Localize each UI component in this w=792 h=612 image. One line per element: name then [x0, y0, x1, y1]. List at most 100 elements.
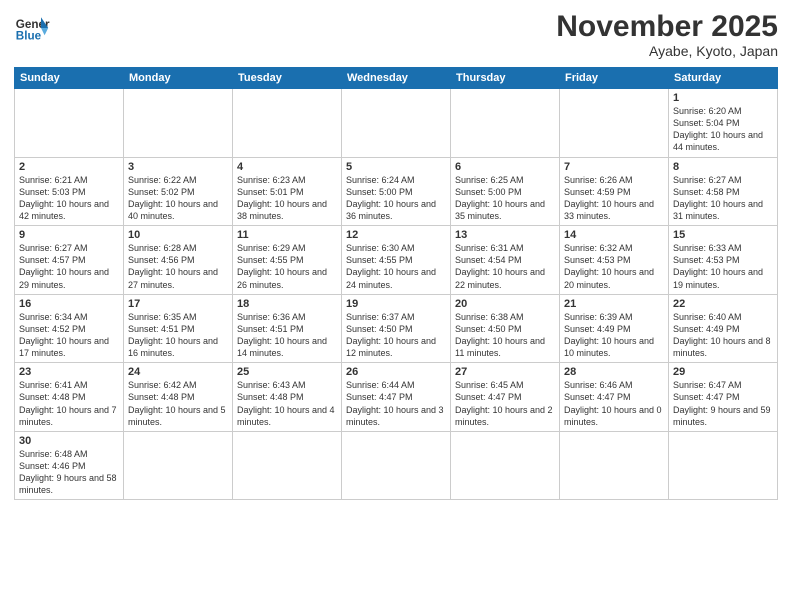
day-number: 26 [346, 366, 446, 378]
day-number: 18 [237, 298, 337, 310]
day-number: 29 [673, 366, 773, 378]
table-row: 26Sunrise: 6:44 AM Sunset: 4:47 PM Dayli… [342, 363, 451, 432]
table-row [560, 89, 669, 158]
day-info: Sunrise: 6:30 AM Sunset: 4:55 PM Dayligh… [346, 242, 446, 291]
day-info: Sunrise: 6:25 AM Sunset: 5:00 PM Dayligh… [455, 174, 555, 223]
table-row: 2Sunrise: 6:21 AM Sunset: 5:03 PM Daylig… [15, 157, 124, 226]
day-info: Sunrise: 6:27 AM Sunset: 4:58 PM Dayligh… [673, 174, 773, 223]
table-row: 3Sunrise: 6:22 AM Sunset: 5:02 PM Daylig… [124, 157, 233, 226]
day-info: Sunrise: 6:40 AM Sunset: 4:49 PM Dayligh… [673, 311, 773, 360]
table-row: 19Sunrise: 6:37 AM Sunset: 4:50 PM Dayli… [342, 294, 451, 363]
calendar-week-row: 16Sunrise: 6:34 AM Sunset: 4:52 PM Dayli… [15, 294, 778, 363]
day-info: Sunrise: 6:22 AM Sunset: 5:02 PM Dayligh… [128, 174, 228, 223]
day-info: Sunrise: 6:23 AM Sunset: 5:01 PM Dayligh… [237, 174, 337, 223]
calendar-header-row: Sunday Monday Tuesday Wednesday Thursday… [15, 68, 778, 89]
page-header: General Blue November 2025 Ayabe, Kyoto,… [14, 10, 778, 59]
table-row: 29Sunrise: 6:47 AM Sunset: 4:47 PM Dayli… [669, 363, 778, 432]
table-row: 13Sunrise: 6:31 AM Sunset: 4:54 PM Dayli… [451, 226, 560, 295]
table-row: 6Sunrise: 6:25 AM Sunset: 5:00 PM Daylig… [451, 157, 560, 226]
day-info: Sunrise: 6:44 AM Sunset: 4:47 PM Dayligh… [346, 379, 446, 428]
table-row: 18Sunrise: 6:36 AM Sunset: 4:51 PM Dayli… [233, 294, 342, 363]
table-row: 9Sunrise: 6:27 AM Sunset: 4:57 PM Daylig… [15, 226, 124, 295]
col-tuesday: Tuesday [233, 68, 342, 89]
day-number: 21 [564, 298, 664, 310]
table-row [451, 89, 560, 158]
table-row: 23Sunrise: 6:41 AM Sunset: 4:48 PM Dayli… [15, 363, 124, 432]
day-info: Sunrise: 6:45 AM Sunset: 4:47 PM Dayligh… [455, 379, 555, 428]
table-row [451, 431, 560, 500]
table-row [342, 89, 451, 158]
table-row: 8Sunrise: 6:27 AM Sunset: 4:58 PM Daylig… [669, 157, 778, 226]
table-row [124, 89, 233, 158]
day-info: Sunrise: 6:31 AM Sunset: 4:54 PM Dayligh… [455, 242, 555, 291]
table-row: 27Sunrise: 6:45 AM Sunset: 4:47 PM Dayli… [451, 363, 560, 432]
day-info: Sunrise: 6:42 AM Sunset: 4:48 PM Dayligh… [128, 379, 228, 428]
calendar-week-row: 30Sunrise: 6:48 AM Sunset: 4:46 PM Dayli… [15, 431, 778, 500]
day-number: 7 [564, 161, 664, 173]
table-row: 30Sunrise: 6:48 AM Sunset: 4:46 PM Dayli… [15, 431, 124, 500]
day-number: 2 [19, 161, 119, 173]
day-number: 24 [128, 366, 228, 378]
calendar-week-row: 23Sunrise: 6:41 AM Sunset: 4:48 PM Dayli… [15, 363, 778, 432]
table-row: 25Sunrise: 6:43 AM Sunset: 4:48 PM Dayli… [233, 363, 342, 432]
day-number: 14 [564, 229, 664, 241]
col-sunday: Sunday [15, 68, 124, 89]
table-row [342, 431, 451, 500]
day-number: 15 [673, 229, 773, 241]
day-info: Sunrise: 6:37 AM Sunset: 4:50 PM Dayligh… [346, 311, 446, 360]
table-row: 7Sunrise: 6:26 AM Sunset: 4:59 PM Daylig… [560, 157, 669, 226]
table-row: 15Sunrise: 6:33 AM Sunset: 4:53 PM Dayli… [669, 226, 778, 295]
logo-icon: General Blue [14, 10, 50, 46]
day-number: 30 [19, 435, 119, 447]
day-info: Sunrise: 6:47 AM Sunset: 4:47 PM Dayligh… [673, 379, 773, 428]
col-wednesday: Wednesday [342, 68, 451, 89]
calendar-week-row: 9Sunrise: 6:27 AM Sunset: 4:57 PM Daylig… [15, 226, 778, 295]
month-title: November 2025 [556, 10, 778, 43]
table-row [15, 89, 124, 158]
calendar-week-row: 2Sunrise: 6:21 AM Sunset: 5:03 PM Daylig… [15, 157, 778, 226]
table-row: 21Sunrise: 6:39 AM Sunset: 4:49 PM Dayli… [560, 294, 669, 363]
table-row: 11Sunrise: 6:29 AM Sunset: 4:55 PM Dayli… [233, 226, 342, 295]
table-row: 4Sunrise: 6:23 AM Sunset: 5:01 PM Daylig… [233, 157, 342, 226]
table-row [233, 89, 342, 158]
day-number: 8 [673, 161, 773, 173]
table-row: 16Sunrise: 6:34 AM Sunset: 4:52 PM Dayli… [15, 294, 124, 363]
day-info: Sunrise: 6:46 AM Sunset: 4:47 PM Dayligh… [564, 379, 664, 428]
day-number: 28 [564, 366, 664, 378]
day-number: 3 [128, 161, 228, 173]
col-friday: Friday [560, 68, 669, 89]
table-row: 22Sunrise: 6:40 AM Sunset: 4:49 PM Dayli… [669, 294, 778, 363]
day-number: 25 [237, 366, 337, 378]
day-info: Sunrise: 6:48 AM Sunset: 4:46 PM Dayligh… [19, 448, 119, 497]
day-number: 9 [19, 229, 119, 241]
logo: General Blue [14, 10, 50, 46]
table-row: 14Sunrise: 6:32 AM Sunset: 4:53 PM Dayli… [560, 226, 669, 295]
day-info: Sunrise: 6:35 AM Sunset: 4:51 PM Dayligh… [128, 311, 228, 360]
day-number: 1 [673, 92, 773, 104]
table-row: 5Sunrise: 6:24 AM Sunset: 5:00 PM Daylig… [342, 157, 451, 226]
day-number: 27 [455, 366, 555, 378]
location: Ayabe, Kyoto, Japan [556, 43, 778, 59]
svg-text:Blue: Blue [16, 30, 42, 43]
table-row [124, 431, 233, 500]
day-info: Sunrise: 6:39 AM Sunset: 4:49 PM Dayligh… [564, 311, 664, 360]
table-row: 1Sunrise: 6:20 AM Sunset: 5:04 PM Daylig… [669, 89, 778, 158]
day-info: Sunrise: 6:34 AM Sunset: 4:52 PM Dayligh… [19, 311, 119, 360]
table-row: 20Sunrise: 6:38 AM Sunset: 4:50 PM Dayli… [451, 294, 560, 363]
table-row: 24Sunrise: 6:42 AM Sunset: 4:48 PM Dayli… [124, 363, 233, 432]
calendar-week-row: 1Sunrise: 6:20 AM Sunset: 5:04 PM Daylig… [15, 89, 778, 158]
day-number: 11 [237, 229, 337, 241]
day-number: 16 [19, 298, 119, 310]
day-number: 17 [128, 298, 228, 310]
table-row: 12Sunrise: 6:30 AM Sunset: 4:55 PM Dayli… [342, 226, 451, 295]
day-info: Sunrise: 6:26 AM Sunset: 4:59 PM Dayligh… [564, 174, 664, 223]
day-number: 4 [237, 161, 337, 173]
day-number: 23 [19, 366, 119, 378]
day-info: Sunrise: 6:36 AM Sunset: 4:51 PM Dayligh… [237, 311, 337, 360]
table-row [233, 431, 342, 500]
day-number: 10 [128, 229, 228, 241]
table-row: 28Sunrise: 6:46 AM Sunset: 4:47 PM Dayli… [560, 363, 669, 432]
col-thursday: Thursday [451, 68, 560, 89]
table-row [669, 431, 778, 500]
day-info: Sunrise: 6:20 AM Sunset: 5:04 PM Dayligh… [673, 105, 773, 154]
